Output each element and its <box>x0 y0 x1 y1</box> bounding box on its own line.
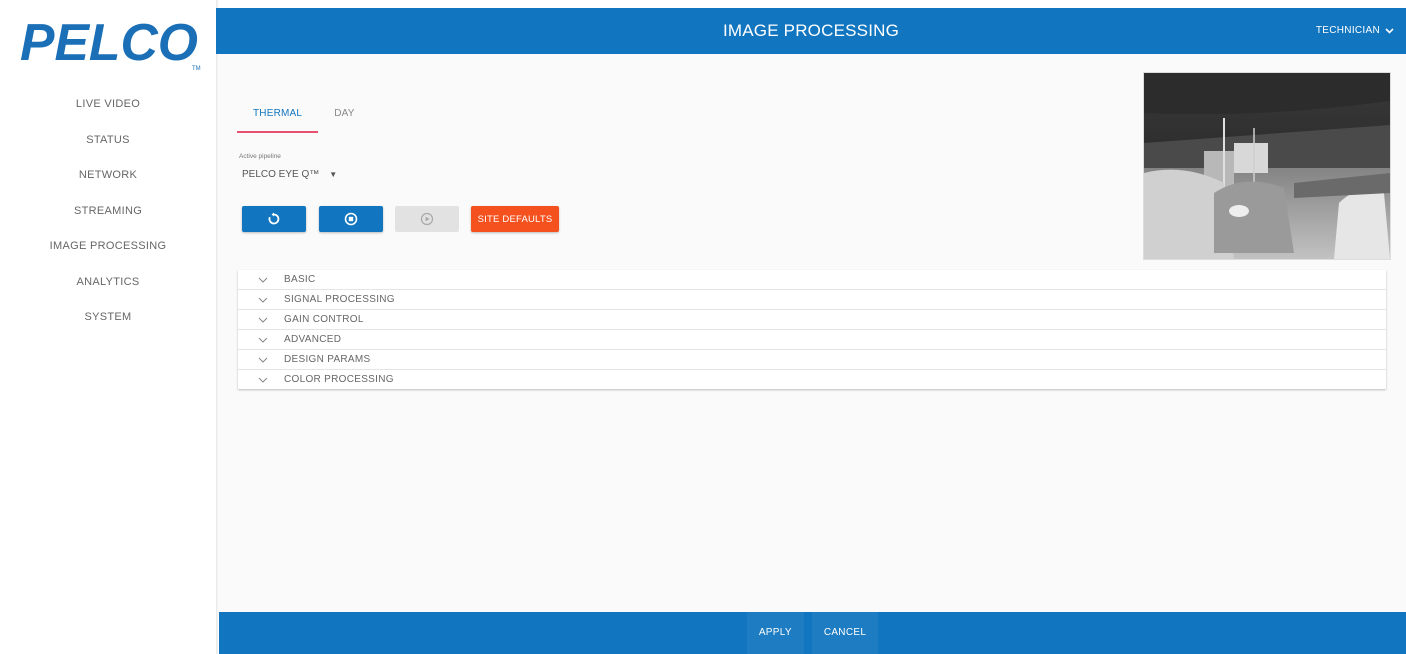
pipeline-select[interactable]: PELCO EYE Q™ ▼ <box>242 169 337 180</box>
section-label: GAIN CONTROL <box>284 314 364 325</box>
sidebar-item-analytics[interactable]: ANALYTICS <box>0 272 216 308</box>
section-gain-control[interactable]: GAIN CONTROL <box>238 310 1386 330</box>
section-label: COLOR PROCESSING <box>284 374 394 385</box>
video-preview[interactable] <box>1143 72 1391 260</box>
sidebar: PELCO TM LIVE VIDEO STATUS NETWORK STREA… <box>0 0 216 654</box>
chevron-down-icon <box>258 357 270 363</box>
sidebar-nav: LIVE VIDEO STATUS NETWORK STREAMING IMAG… <box>0 94 216 343</box>
section-signal-processing[interactable]: SIGNAL PROCESSING <box>238 290 1386 310</box>
section-color-processing[interactable]: COLOR PROCESSING <box>238 370 1386 389</box>
section-label: ADVANCED <box>284 334 342 345</box>
caret-down-icon: ▼ <box>329 170 338 179</box>
sidebar-item-live-video[interactable]: LIVE VIDEO <box>0 94 216 130</box>
chevron-down-icon <box>258 277 270 283</box>
page-title: IMAGE PROCESSING <box>722 21 900 40</box>
svg-text:TM: TM <box>192 66 201 72</box>
footer-bar: APPLY CANCEL <box>219 612 1406 654</box>
section-label: DESIGN PARAMS <box>284 354 371 365</box>
footer-actions: APPLY CANCEL <box>219 612 1406 654</box>
tab-thermal[interactable]: THERMAL <box>237 104 319 133</box>
tab-day[interactable]: DAY <box>318 104 370 133</box>
thermal-preview-image <box>1144 73 1390 259</box>
section-basic[interactable]: BASIC <box>238 270 1386 290</box>
chevron-down-icon <box>258 377 270 383</box>
user-menu[interactable]: TECHNICIAN <box>1316 8 1394 54</box>
svg-text:PELCO: PELCO <box>20 14 198 72</box>
main-content: THERMAL DAY Active pipeline PELCO EYE Q™… <box>219 54 1406 612</box>
sidebar-item-streaming[interactable]: STREAMING <box>0 201 216 237</box>
play-button[interactable] <box>395 206 459 232</box>
app-header: IMAGE PROCESSING TECHNICIAN <box>216 8 1406 54</box>
reset-icon <box>268 212 280 225</box>
stop-circle-icon <box>344 212 358 226</box>
section-label: SIGNAL PROCESSING <box>284 294 395 305</box>
apply-button[interactable]: APPLY <box>746 612 804 654</box>
chevron-down-icon <box>258 297 270 303</box>
sidebar-item-status[interactable]: STATUS <box>0 130 216 166</box>
section-design-params[interactable]: DESIGN PARAMS <box>238 350 1386 370</box>
pipeline-value: PELCO EYE Q™ <box>242 169 320 180</box>
site-defaults-button[interactable]: SITE DEFAULTS <box>471 206 559 232</box>
section-advanced[interactable]: ADVANCED <box>238 330 1386 350</box>
pipeline-label: Active pipeline <box>239 153 281 160</box>
sidebar-item-image-processing[interactable]: IMAGE PROCESSING <box>0 236 216 272</box>
sidebar-item-network[interactable]: NETWORK <box>0 165 216 201</box>
reset-button[interactable] <box>242 206 306 232</box>
settings-accordion: BASIC SIGNAL PROCESSING GAIN CONTROL ADV… <box>238 270 1386 389</box>
section-label: BASIC <box>284 274 316 285</box>
tab-bar: THERMAL DAY <box>237 104 371 133</box>
chevron-down-icon <box>258 317 270 323</box>
user-menu-label: TECHNICIAN <box>1315 25 1380 36</box>
chevron-down-icon <box>1385 28 1394 34</box>
chevron-down-icon <box>258 337 270 343</box>
play-circle-icon <box>420 212 434 226</box>
cancel-button[interactable]: CANCEL <box>811 612 879 654</box>
pelco-logo: PELCO TM <box>18 14 208 72</box>
sidebar-item-system[interactable]: SYSTEM <box>0 307 216 343</box>
stop-button[interactable] <box>319 206 383 232</box>
